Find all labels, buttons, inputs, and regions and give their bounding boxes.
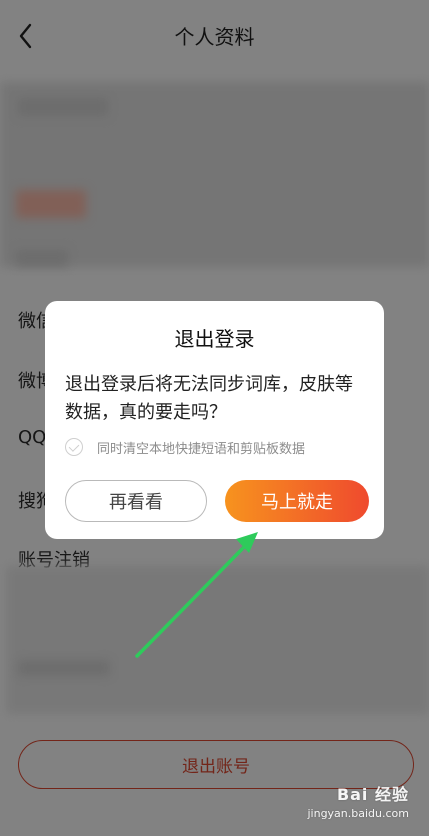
checkbox-label: 同时清空本地快捷短语和剪贴板数据 — [97, 441, 306, 457]
profile-page: 个人资料 微信 微博 QQ 搜狗 账号注销 退出账号 退出登录 退出登录后将无法… — [0, 0, 429, 836]
clear-data-checkbox-row[interactable]: 同时清空本地快捷短语和剪贴板数据 — [65, 436, 305, 458]
cancel-button[interactable]: 再看看 — [65, 480, 207, 522]
baidu-watermark: Bai 经验 jingyan.baidu.com — [307, 781, 409, 820]
watermark-url: jingyan.baidu.com — [307, 807, 409, 820]
checkbox-icon[interactable] — [65, 438, 83, 456]
confirm-logout-button[interactable]: 马上就走 — [225, 480, 369, 522]
watermark-main: Bai 经验 — [336, 785, 409, 804]
dialog-title: 退出登录 — [174, 327, 255, 351]
logout-dialog: 退出登录 退出登录后将无法同步词库，皮肤等数据，真的要走吗？ 同时清空本地快捷短… — [45, 301, 384, 539]
dialog-message: 退出登录后将无法同步词库，皮肤等数据，真的要走吗？ — [65, 374, 353, 423]
